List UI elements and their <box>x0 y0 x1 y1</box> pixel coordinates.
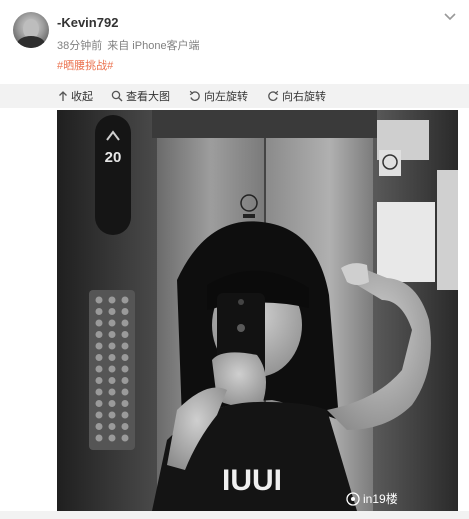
elevator-button <box>121 296 129 304</box>
post-meta: 38分钟前 来自 iPhone客户端 <box>57 37 205 53</box>
rotate-left-label: 向左旋转 <box>204 91 248 103</box>
elevator-button <box>95 296 103 304</box>
elevator-button <box>121 388 129 396</box>
elevator-button <box>95 388 103 396</box>
footer-strip <box>0 511 469 519</box>
rotate-left-button[interactable]: 向左旋转 <box>189 88 248 104</box>
image-toolbar: 收起 查看大图 向左旋转 向右旋转 <box>0 84 469 108</box>
elevator-button <box>108 411 116 419</box>
rotate-right-label: 向右旋转 <box>282 91 326 103</box>
avatar[interactable] <box>13 12 49 48</box>
elevator-button <box>121 400 129 407</box>
view-large-label: 查看大图 <box>126 91 170 103</box>
elevator-button <box>121 354 129 361</box>
elevator-button <box>95 308 103 315</box>
elevator-button <box>95 354 103 361</box>
elevator-button <box>108 365 116 373</box>
elevator-button <box>95 319 103 327</box>
floor-display: 20 <box>105 149 122 166</box>
elevator-button <box>95 365 103 373</box>
elevator-button <box>108 308 116 315</box>
elevator-button <box>121 434 129 442</box>
elevator-button <box>108 400 116 407</box>
collapse-button[interactable]: 收起 <box>58 88 93 104</box>
elevator-button <box>95 377 103 384</box>
elevator-button <box>95 411 103 419</box>
hashtag-link[interactable]: #晒腰挑战# <box>57 57 113 73</box>
elevator-button <box>121 331 129 338</box>
watermark-text: in19楼 <box>363 491 398 506</box>
rotate-right-icon <box>268 90 279 101</box>
elevator-button <box>121 342 129 350</box>
elevator-button <box>95 342 103 350</box>
elevator-button <box>108 388 116 396</box>
elevator-button <box>121 319 129 327</box>
post-header: -Kevin792 38分钟前 来自 iPhone客户端 #晒腰挑战# <box>0 0 469 84</box>
elevator-button <box>121 365 129 373</box>
username[interactable]: -Kevin792 <box>57 15 118 30</box>
rotate-left-icon <box>189 90 200 101</box>
elevator-button <box>95 400 103 407</box>
arrow-up-icon <box>59 91 67 101</box>
post-source[interactable]: 来自 iPhone客户端 <box>107 40 199 52</box>
elevator-button <box>108 319 116 327</box>
elevator-button <box>121 423 129 430</box>
chevron-down-icon[interactable] <box>443 12 457 22</box>
elevator-button <box>108 434 116 442</box>
post-photo[interactable]: 20 IUUI in19楼 <box>57 110 458 511</box>
elevator-button <box>95 423 103 430</box>
elevator-button <box>108 377 116 384</box>
elevator-button <box>108 342 116 350</box>
rotate-right-button[interactable]: 向右旋转 <box>267 88 326 104</box>
post-time: 38分钟前 <box>57 40 103 52</box>
svg-text:IUUI: IUUI <box>222 464 282 497</box>
magnifier-icon <box>111 90 123 102</box>
elevator-button <box>95 331 103 338</box>
elevator-button <box>108 331 116 338</box>
elevator-button <box>121 308 129 315</box>
elevator-button <box>121 411 129 419</box>
elevator-button <box>108 423 116 430</box>
elevator-button <box>108 354 116 361</box>
elevator-selfie-image: 20 IUUI in19楼 <box>57 110 458 511</box>
elevator-button <box>121 377 129 384</box>
view-large-button[interactable]: 查看大图 <box>111 88 170 104</box>
collapse-label: 收起 <box>71 91 93 103</box>
elevator-button <box>108 296 116 304</box>
elevator-button <box>95 434 103 442</box>
